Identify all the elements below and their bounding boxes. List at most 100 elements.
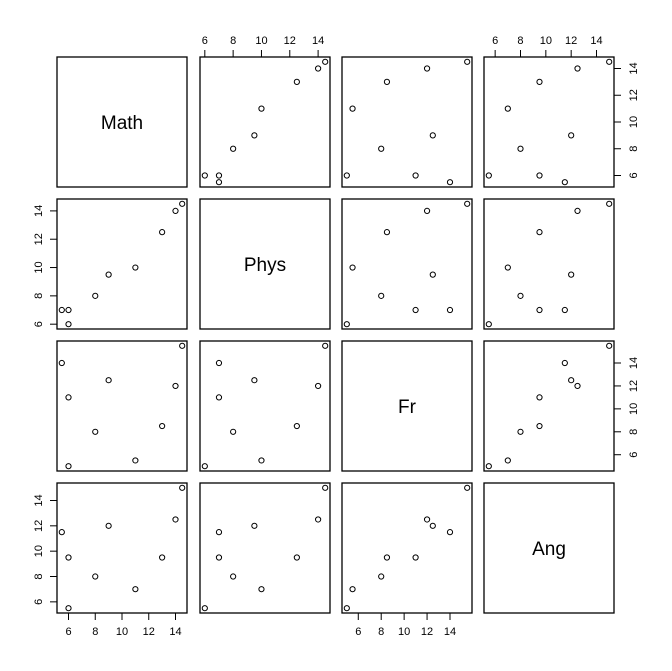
data-point [378, 573, 385, 580]
x-tick-label-math: 6 [65, 626, 71, 638]
y-tick-label-phys: 12 [33, 233, 45, 245]
data-point [132, 586, 139, 593]
data-point [65, 306, 72, 314]
x-tick-label-fr: 12 [421, 626, 433, 638]
data-point [485, 463, 492, 470]
x-tick-label-math: 14 [169, 626, 181, 638]
data-point [105, 522, 112, 529]
y-tick-label-ang: 14 [33, 494, 45, 506]
data-point [215, 172, 223, 179]
data-point [293, 554, 300, 561]
x-tick-label-fr: 10 [398, 626, 410, 638]
data-point [58, 306, 65, 314]
data-point [230, 573, 237, 580]
data-point [230, 145, 237, 152]
data-point [322, 484, 329, 491]
variable-label-fr: Fr [398, 397, 417, 418]
x-tick-label-fr: 14 [444, 626, 456, 638]
data-point [517, 145, 524, 152]
y-tick-label-fr: 10 [628, 403, 640, 415]
data-point [446, 306, 454, 314]
x-tick-label-phys: 8 [230, 35, 236, 47]
data-point [179, 200, 186, 207]
x-tick-label-math: 10 [116, 626, 128, 638]
data-point [65, 463, 72, 470]
data-point [258, 457, 265, 464]
panel-phys-vs-math [56, 198, 188, 330]
data-point [315, 516, 322, 523]
data-point [536, 172, 543, 179]
data-point [349, 105, 356, 112]
y-tick-label-phys: 10 [33, 261, 45, 273]
x-tick-label-fr: 6 [355, 626, 361, 638]
data-point [383, 554, 391, 561]
data-point [132, 457, 139, 464]
data-point [349, 586, 356, 593]
data-point [58, 529, 65, 536]
panel-ang-vs-phys [199, 482, 331, 614]
data-point [504, 264, 511, 271]
data-point [251, 377, 258, 384]
data-point [446, 179, 454, 186]
data-point [378, 145, 385, 152]
x-tick-label-phys: 6 [202, 35, 208, 47]
data-point [536, 422, 543, 430]
data-point [201, 172, 208, 179]
data-point [92, 573, 99, 580]
data-point [606, 342, 613, 349]
data-point [504, 105, 511, 112]
y-tick-label-fr: 6 [628, 452, 640, 458]
panel-ang-vs-fr [341, 482, 473, 614]
data-point [92, 428, 99, 435]
x-tick-label-phys: 12 [284, 35, 296, 47]
x-tick-label-ang: 12 [565, 35, 577, 47]
x-tick-label-ang: 8 [517, 35, 523, 47]
data-point [504, 457, 511, 464]
data-point [606, 58, 613, 65]
data-point [412, 306, 419, 314]
x-tick-label-ang: 6 [492, 35, 498, 47]
data-point [536, 78, 543, 85]
panel-fr-vs-ang [483, 340, 615, 472]
data-point [159, 554, 166, 561]
data-point [574, 65, 581, 72]
y-tick-label-ang: 10 [33, 545, 45, 557]
data-point [322, 58, 329, 65]
data-point [485, 321, 492, 328]
data-point [159, 229, 166, 236]
data-point [179, 342, 186, 349]
data-point [412, 554, 419, 561]
y-tick-label-phys: 14 [33, 205, 45, 217]
data-point [429, 271, 436, 278]
panel-math-vs-fr [341, 56, 473, 188]
y-tick-label-phys: 8 [33, 293, 45, 299]
x-tick-label-ang: 10 [540, 35, 552, 47]
data-point [485, 172, 492, 179]
data-point [172, 516, 179, 523]
data-point [322, 342, 329, 349]
data-point [105, 271, 112, 278]
y-tick-label-fr: 12 [628, 380, 640, 392]
data-point [517, 428, 524, 435]
data-point [446, 529, 454, 536]
data-point [315, 382, 322, 390]
data-point [343, 172, 350, 179]
data-point [215, 394, 223, 401]
data-point [561, 359, 568, 367]
data-point [343, 321, 350, 328]
data-point [293, 422, 300, 430]
data-point [293, 78, 300, 85]
data-point [251, 132, 258, 139]
y-tick-label-fr: 8 [628, 429, 640, 435]
data-point [429, 522, 436, 529]
data-point [201, 463, 208, 470]
y-tick-label-math: 6 [628, 172, 640, 178]
data-point [412, 172, 419, 179]
x-tick-label-phys: 14 [312, 35, 324, 47]
y-tick-label-math: 14 [628, 62, 640, 74]
data-point [132, 264, 139, 271]
x-tick-label-fr: 8 [378, 626, 384, 638]
data-point [251, 522, 258, 529]
data-point [230, 428, 237, 435]
data-point [258, 105, 265, 112]
